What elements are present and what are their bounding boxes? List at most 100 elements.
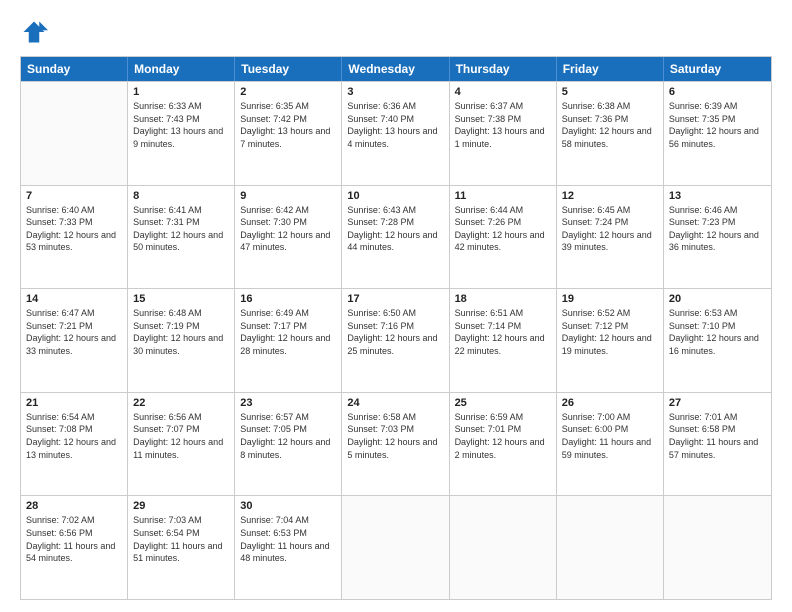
- day-number: 15: [133, 293, 229, 305]
- calendar-cell: 30 Sunrise: 7:04 AM Sunset: 6:53 PM Dayli…: [235, 496, 342, 599]
- calendar-cell: 7 Sunrise: 6:40 AM Sunset: 7:33 PM Daylig…: [21, 186, 128, 289]
- day-number: 18: [455, 293, 551, 305]
- calendar-cell: 8 Sunrise: 6:41 AM Sunset: 7:31 PM Daylig…: [128, 186, 235, 289]
- calendar-header-day: Wednesday: [342, 57, 449, 81]
- calendar-cell: 12 Sunrise: 6:45 AM Sunset: 7:24 PM Dayli…: [557, 186, 664, 289]
- cell-info: Sunrise: 7:04 AM Sunset: 6:53 PM Dayligh…: [240, 514, 336, 564]
- calendar-cell: [557, 496, 664, 599]
- calendar-cell: 26Sunrise: 7:00 AM Sunset: 6:00 PM Dayli…: [557, 393, 664, 496]
- day-number: 5: [562, 86, 658, 98]
- day-number: 3: [347, 86, 443, 98]
- calendar-cell: 15 Sunrise: 6:48 AM Sunset: 7:19 PM Dayli…: [128, 289, 235, 392]
- calendar-cell: 1 Sunrise: 6:33 AM Sunset: 7:43 PM Daylig…: [128, 82, 235, 185]
- calendar-cell: 23 Sunrise: 6:57 AM Sunset: 7:05 PM Dayli…: [235, 393, 342, 496]
- header: [20, 18, 772, 46]
- day-number: 25: [455, 397, 551, 409]
- cell-info: Sunrise: 6:49 AM Sunset: 7:17 PM Dayligh…: [240, 307, 336, 357]
- calendar-header-day: Friday: [557, 57, 664, 81]
- calendar-cell: 13 Sunrise: 6:46 AM Sunset: 7:23 PM Dayli…: [664, 186, 771, 289]
- calendar-cell: [21, 82, 128, 185]
- cell-info: Sunrise: 6:43 AM Sunset: 7:28 PM Dayligh…: [347, 204, 443, 254]
- calendar-row: 21 Sunrise: 6:54 AM Sunset: 7:08 PM Dayli…: [21, 392, 771, 496]
- calendar-cell: 9 Sunrise: 6:42 AM Sunset: 7:30 PM Daylig…: [235, 186, 342, 289]
- cell-info: Sunrise: 6:56 AM Sunset: 7:07 PM Dayligh…: [133, 411, 229, 461]
- cell-info: Sunrise: 6:37 AM Sunset: 7:38 PM Dayligh…: [455, 100, 551, 150]
- calendar-cell: 17 Sunrise: 6:50 AM Sunset: 7:16 PM Dayli…: [342, 289, 449, 392]
- cell-info: Sunrise: 6:57 AM Sunset: 7:05 PM Dayligh…: [240, 411, 336, 461]
- cell-info: Sunrise: 6:50 AM Sunset: 7:16 PM Dayligh…: [347, 307, 443, 357]
- calendar-cell: 22 Sunrise: 6:56 AM Sunset: 7:07 PM Dayli…: [128, 393, 235, 496]
- day-number: 6: [669, 86, 766, 98]
- day-number: 27: [669, 397, 766, 409]
- calendar-cell: 2 Sunrise: 6:35 AM Sunset: 7:42 PM Daylig…: [235, 82, 342, 185]
- day-number: 12: [562, 190, 658, 202]
- calendar-cell: 16 Sunrise: 6:49 AM Sunset: 7:17 PM Dayli…: [235, 289, 342, 392]
- day-number: 10: [347, 190, 443, 202]
- calendar-row: 1 Sunrise: 6:33 AM Sunset: 7:43 PM Daylig…: [21, 81, 771, 185]
- day-number: 8: [133, 190, 229, 202]
- calendar-header-day: Thursday: [450, 57, 557, 81]
- cell-info: Sunrise: 6:47 AM Sunset: 7:21 PM Dayligh…: [26, 307, 122, 357]
- day-number: 21: [26, 397, 122, 409]
- cell-info: Sunrise: 6:59 AM Sunset: 7:01 PM Dayligh…: [455, 411, 551, 461]
- day-number: 22: [133, 397, 229, 409]
- calendar: SundayMondayTuesdayWednesdayThursdayFrid…: [20, 56, 772, 600]
- day-number: 28: [26, 500, 122, 512]
- cell-info: Sunrise: 7:00 AM Sunset: 6:00 PM Dayligh…: [562, 411, 658, 461]
- day-number: 9: [240, 190, 336, 202]
- calendar-cell: [664, 496, 771, 599]
- day-number: 13: [669, 190, 766, 202]
- day-number: 29: [133, 500, 229, 512]
- calendar-cell: 20 Sunrise: 6:53 AM Sunset: 7:10 PM Dayli…: [664, 289, 771, 392]
- calendar-header-day: Monday: [128, 57, 235, 81]
- day-number: 23: [240, 397, 336, 409]
- calendar-cell: 6 Sunrise: 6:39 AM Sunset: 7:35 PM Daylig…: [664, 82, 771, 185]
- cell-info: Sunrise: 6:48 AM Sunset: 7:19 PM Dayligh…: [133, 307, 229, 357]
- cell-info: Sunrise: 6:39 AM Sunset: 7:35 PM Dayligh…: [669, 100, 766, 150]
- cell-info: Sunrise: 6:41 AM Sunset: 7:31 PM Dayligh…: [133, 204, 229, 254]
- page: SundayMondayTuesdayWednesdayThursdayFrid…: [0, 0, 792, 612]
- day-number: 30: [240, 500, 336, 512]
- cell-info: Sunrise: 6:35 AM Sunset: 7:42 PM Dayligh…: [240, 100, 336, 150]
- calendar-cell: 18 Sunrise: 6:51 AM Sunset: 7:14 PM Dayli…: [450, 289, 557, 392]
- logo-icon: [20, 18, 48, 46]
- calendar-cell: 24 Sunrise: 6:58 AM Sunset: 7:03 PM Dayli…: [342, 393, 449, 496]
- day-number: 7: [26, 190, 122, 202]
- calendar-cell: 27Sunrise: 7:01 AM Sunset: 6:58 PM Dayli…: [664, 393, 771, 496]
- calendar-cell: 14 Sunrise: 6:47 AM Sunset: 7:21 PM Dayli…: [21, 289, 128, 392]
- calendar-header-day: Saturday: [664, 57, 771, 81]
- day-number: 14: [26, 293, 122, 305]
- cell-info: Sunrise: 6:54 AM Sunset: 7:08 PM Dayligh…: [26, 411, 122, 461]
- day-number: 19: [562, 293, 658, 305]
- day-number: 1: [133, 86, 229, 98]
- cell-info: Sunrise: 7:02 AM Sunset: 6:56 PM Dayligh…: [26, 514, 122, 564]
- cell-info: Sunrise: 6:40 AM Sunset: 7:33 PM Dayligh…: [26, 204, 122, 254]
- logo: [20, 18, 52, 46]
- cell-info: Sunrise: 6:33 AM Sunset: 7:43 PM Dayligh…: [133, 100, 229, 150]
- cell-info: Sunrise: 7:03 AM Sunset: 6:54 PM Dayligh…: [133, 514, 229, 564]
- calendar-row: 28 Sunrise: 7:02 AM Sunset: 6:56 PM Dayli…: [21, 495, 771, 599]
- cell-info: Sunrise: 6:51 AM Sunset: 7:14 PM Dayligh…: [455, 307, 551, 357]
- cell-info: Sunrise: 6:52 AM Sunset: 7:12 PM Dayligh…: [562, 307, 658, 357]
- calendar-body: 1 Sunrise: 6:33 AM Sunset: 7:43 PM Daylig…: [21, 81, 771, 599]
- cell-info: Sunrise: 6:58 AM Sunset: 7:03 PM Dayligh…: [347, 411, 443, 461]
- calendar-cell: 21 Sunrise: 6:54 AM Sunset: 7:08 PM Dayli…: [21, 393, 128, 496]
- calendar-header-day: Sunday: [21, 57, 128, 81]
- day-number: 24: [347, 397, 443, 409]
- day-number: 2: [240, 86, 336, 98]
- cell-info: Sunrise: 6:46 AM Sunset: 7:23 PM Dayligh…: [669, 204, 766, 254]
- calendar-row: 14 Sunrise: 6:47 AM Sunset: 7:21 PM Dayli…: [21, 288, 771, 392]
- day-number: 4: [455, 86, 551, 98]
- day-number: 20: [669, 293, 766, 305]
- calendar-cell: 11Sunrise: 6:44 AM Sunset: 7:26 PM Dayli…: [450, 186, 557, 289]
- cell-info: Sunrise: 6:36 AM Sunset: 7:40 PM Dayligh…: [347, 100, 443, 150]
- cell-info: Sunrise: 6:44 AM Sunset: 7:26 PM Dayligh…: [455, 204, 551, 254]
- day-number: 17: [347, 293, 443, 305]
- calendar-cell: 28 Sunrise: 7:02 AM Sunset: 6:56 PM Dayli…: [21, 496, 128, 599]
- cell-info: Sunrise: 6:42 AM Sunset: 7:30 PM Dayligh…: [240, 204, 336, 254]
- day-number: 16: [240, 293, 336, 305]
- calendar-cell: 10 Sunrise: 6:43 AM Sunset: 7:28 PM Dayli…: [342, 186, 449, 289]
- calendar-cell: 4 Sunrise: 6:37 AM Sunset: 7:38 PM Daylig…: [450, 82, 557, 185]
- cell-info: Sunrise: 6:53 AM Sunset: 7:10 PM Dayligh…: [669, 307, 766, 357]
- cell-info: Sunrise: 6:45 AM Sunset: 7:24 PM Dayligh…: [562, 204, 658, 254]
